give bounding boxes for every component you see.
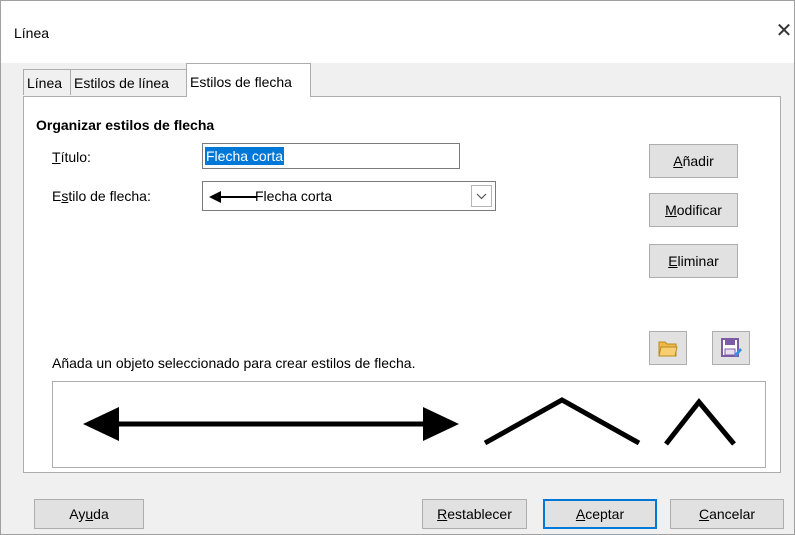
folder-open-icon xyxy=(658,341,678,357)
tab-estilos-de-linea[interactable]: Estilos de línea xyxy=(70,69,187,95)
arrow-shape-narrow xyxy=(664,398,736,446)
short-arrow-icon xyxy=(209,191,257,203)
line-dialog: Línea ✕ Línea Estilos de línea Estilos d… xyxy=(0,0,795,535)
tab-label: Estilos de línea xyxy=(74,75,169,91)
dialog-body: Línea Estilos de línea Estilos de flecha… xyxy=(1,63,794,534)
reset-button[interactable]: Restablecer xyxy=(422,499,527,529)
arrow-preview-canvas xyxy=(83,397,736,446)
delete-button[interactable]: Eliminar xyxy=(649,244,738,278)
save-button[interactable] xyxy=(712,331,750,365)
title-input[interactable]: Flecha corta xyxy=(202,143,460,169)
save-icon xyxy=(721,338,742,357)
arrow-style-select[interactable]: Flecha corta xyxy=(202,181,496,211)
arrow-head-right xyxy=(423,407,459,441)
tab-linea[interactable]: Línea xyxy=(23,69,71,95)
tab-label: Línea xyxy=(27,75,63,91)
arrow-style-label: Estilo de flecha: xyxy=(52,188,151,204)
help-button[interactable]: Ayuda xyxy=(34,499,144,529)
arrow-head-left xyxy=(83,407,119,441)
chevron-down-icon[interactable] xyxy=(471,185,492,207)
cancel-button[interactable]: Cancelar xyxy=(670,499,784,529)
add-button[interactable]: Añadir xyxy=(649,144,738,178)
hint-text: Añada un objeto seleccionado para crear … xyxy=(52,355,416,371)
section-title: Organizar estilos de flecha xyxy=(36,117,215,133)
tab-estilos-de-flecha[interactable]: Estilos de flecha xyxy=(186,63,311,97)
ok-button[interactable]: Aceptar xyxy=(543,499,657,529)
title-label: Título: xyxy=(52,149,91,165)
title-input-value: Flecha corta xyxy=(205,147,285,165)
arrow-preview xyxy=(52,381,766,468)
window-title: Línea xyxy=(14,25,50,41)
close-icon[interactable]: ✕ xyxy=(774,19,794,43)
tab-label: Estilos de flecha xyxy=(190,74,292,90)
modify-button[interactable]: Modificar xyxy=(649,193,738,227)
open-button[interactable] xyxy=(649,331,687,365)
title-bar: Línea ✕ xyxy=(1,1,794,63)
arrow-style-value: Flecha corta xyxy=(255,188,333,204)
arrow-shape-wide xyxy=(483,397,641,446)
arrow-styles-panel: Organizar estilos de flecha Título: Flec… xyxy=(23,96,781,473)
